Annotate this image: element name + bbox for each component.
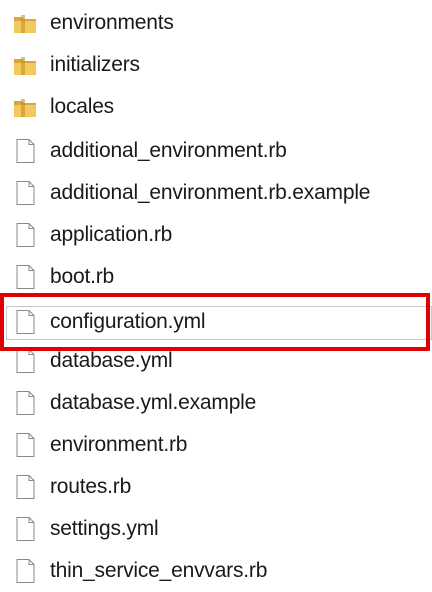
list-item-label: application.rb <box>50 223 173 246</box>
file-icon <box>12 516 38 542</box>
file-icon <box>12 138 38 164</box>
list-item-configuration-yml[interactable]: configuration.yml <box>0 301 432 343</box>
list-item-application-rb[interactable]: application.rb <box>0 214 432 256</box>
list-item-environments[interactable]: environments <box>0 2 432 44</box>
file-icon <box>12 348 38 374</box>
file-icon <box>12 390 38 416</box>
file-icon <box>12 558 38 584</box>
folder-icon <box>12 10 38 36</box>
list-item-locales[interactable]: locales <box>0 86 432 128</box>
folder-icon <box>12 52 38 78</box>
list-item-label: environment.rb <box>50 433 188 456</box>
list-item-initializers[interactable]: initializers <box>0 44 432 86</box>
list-item-label: additional_environment.rb <box>50 139 287 162</box>
list-item-thin-service-envvars-rb[interactable]: thin_service_envvars.rb <box>0 550 432 592</box>
list-item-label: configuration.yml <box>50 310 206 333</box>
file-list: environments initializers locales additi… <box>0 0 432 584</box>
file-icon <box>12 432 38 458</box>
file-icon <box>12 264 38 290</box>
list-item-label: database.yml <box>50 349 173 372</box>
list-item-label: environments <box>50 11 174 34</box>
list-item-additional-environment-rb[interactable]: additional_environment.rb <box>0 130 432 172</box>
list-item-label: boot.rb <box>50 265 114 288</box>
list-item-label: thin_service_envvars.rb <box>50 559 268 582</box>
list-item-additional-environment-rb-example[interactable]: additional_environment.rb.example <box>0 172 432 214</box>
file-icon <box>12 180 38 206</box>
file-icon <box>12 309 38 335</box>
list-item-database-yml[interactable]: database.yml <box>0 340 432 382</box>
list-item-label: additional_environment.rb.example <box>50 181 371 204</box>
list-item-routes-rb[interactable]: routes.rb <box>0 466 432 508</box>
list-item-environment-rb[interactable]: environment.rb <box>0 424 432 466</box>
file-icon <box>12 222 38 248</box>
file-icon <box>12 474 38 500</box>
list-item-label: routes.rb <box>50 475 132 498</box>
list-item-label: locales <box>50 95 114 118</box>
list-item-boot-rb[interactable]: boot.rb <box>0 256 432 298</box>
folder-icon <box>12 94 38 120</box>
list-item-label: settings.yml <box>50 517 159 540</box>
list-item-label: initializers <box>50 53 140 76</box>
list-item-database-yml-example[interactable]: database.yml.example <box>0 382 432 424</box>
list-item-label: database.yml.example <box>50 391 257 414</box>
list-item-settings-yml[interactable]: settings.yml <box>0 508 432 550</box>
